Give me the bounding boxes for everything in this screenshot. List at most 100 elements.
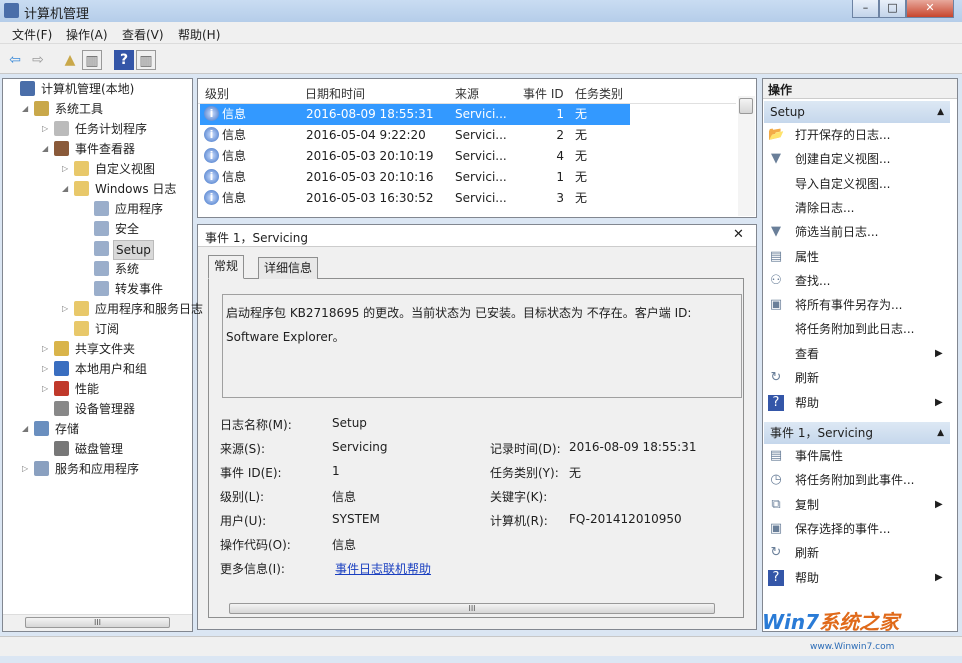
- menu-action[interactable]: 操作(A): [66, 26, 108, 43]
- close-detail-icon[interactable]: ✕: [733, 227, 744, 242]
- computer-management-icon: [4, 3, 19, 18]
- action-item[interactable]: 将所有事件另存为...: [795, 295, 902, 315]
- table-row[interactable]: i 信息 2016-05-03 20:10:16 Servici... 1 无: [200, 167, 630, 188]
- table-row[interactable]: i 信息 2016-05-03 20:10:19 Servici... 4 无: [200, 146, 630, 167]
- tab-details[interactable]: 详细信息: [258, 257, 319, 279]
- tree-item-label: Windows 日志: [95, 182, 177, 196]
- submenu-arrow-icon: ▶: [935, 397, 943, 408]
- action-section-header[interactable]: Setup ▲: [764, 101, 950, 123]
- table-row[interactable]: i 信息 2016-08-09 18:55:31 Servici... 1 无: [200, 104, 630, 125]
- clock-icon: [54, 121, 69, 136]
- watermark-url: www.Winwin7.com: [810, 642, 895, 652]
- table-row[interactable]: i 信息 2016-05-03 16:30:52 Servici... 3 无: [200, 188, 630, 209]
- expand-arrow-icon[interactable]: ▷: [62, 299, 68, 319]
- expand-arrow-icon[interactable]: ◢: [62, 179, 68, 199]
- action-item[interactable]: 事件属性: [795, 446, 843, 466]
- cell-level: 信息: [222, 191, 247, 205]
- tree-item[interactable]: ◢ 事件查看器: [3, 139, 192, 159]
- cell-source: Servici...: [455, 191, 507, 205]
- tree-item[interactable]: 计算机管理(本地): [3, 79, 192, 99]
- expand-arrow-icon[interactable]: ▷: [42, 359, 48, 379]
- event-list-vertical-scrollbar[interactable]: [738, 96, 755, 216]
- action-item[interactable]: 刷新: [795, 543, 819, 563]
- column-header[interactable]: 事件 ID: [523, 85, 564, 102]
- tree-item-label: 计算机管理(本地): [41, 82, 135, 96]
- event-log-online-help-link[interactable]: 事件日志联机帮助: [335, 560, 431, 577]
- action-item[interactable]: 刷新: [795, 368, 819, 388]
- computer-icon: [20, 81, 35, 96]
- action-item[interactable]: 查找...: [795, 271, 830, 291]
- folder-icon: [74, 181, 89, 196]
- tree-item[interactable]: ▷ 本地用户和组: [3, 359, 192, 379]
- tree-item[interactable]: ◢ 系统工具: [3, 99, 192, 119]
- expand-arrow-icon[interactable]: ▷: [42, 339, 48, 359]
- column-header[interactable]: 日期和时间: [305, 85, 365, 102]
- expand-arrow-icon[interactable]: ▷: [42, 119, 48, 139]
- column-header[interactable]: 任务类别: [575, 85, 623, 102]
- expand-arrow-icon[interactable]: ◢: [22, 419, 28, 439]
- expand-arrow-icon[interactable]: ◢: [42, 139, 48, 159]
- action-item[interactable]: 将任务附加到此日志...: [795, 319, 914, 339]
- action-item[interactable]: 帮助: [795, 393, 819, 413]
- tree-item[interactable]: 设备管理器: [3, 399, 192, 419]
- table-row[interactable]: i 信息 2016-05-04 9:22:20 Servici... 2 无: [200, 125, 630, 146]
- tree-item[interactable]: ◢ Windows 日志: [3, 179, 192, 199]
- filter-icon: ▼: [771, 224, 781, 240]
- menu-help[interactable]: 帮助(H): [178, 26, 220, 43]
- column-header[interactable]: 级别: [205, 85, 229, 102]
- expand-arrow-icon[interactable]: ▷: [62, 159, 68, 179]
- action-item[interactable]: 属性: [795, 247, 819, 267]
- maximize-button[interactable]: □: [879, 0, 906, 18]
- detail-scroll-thumb[interactable]: III: [229, 603, 715, 614]
- tree-item[interactable]: 系统: [3, 259, 192, 279]
- expand-arrow-icon[interactable]: ◢: [22, 99, 28, 119]
- action-item[interactable]: 保存选择的事件...: [795, 519, 890, 539]
- tree-item-label: 事件查看器: [75, 142, 136, 156]
- action-item[interactable]: 清除日志...: [795, 198, 854, 218]
- forward-icon[interactable]: ⇨: [28, 50, 48, 70]
- show-hide-tree-icon[interactable]: ▥: [82, 50, 102, 70]
- tree-item-label: 订阅: [95, 322, 120, 336]
- collapse-icon[interactable]: ▲: [937, 101, 944, 123]
- action-item[interactable]: 创建自定义视图...: [795, 149, 890, 169]
- tree-item[interactable]: Setup: [3, 239, 192, 260]
- up-folder-icon[interactable]: ▲: [60, 50, 80, 70]
- action-item[interactable]: 将任务附加到此事件...: [795, 470, 914, 490]
- copy-icon: ⧉: [771, 496, 781, 512]
- tree-item[interactable]: 应用程序: [3, 199, 192, 219]
- tree-item[interactable]: ▷ 应用程序和服务日志: [3, 299, 203, 319]
- collapse-icon[interactable]: ▲: [937, 422, 944, 444]
- action-item[interactable]: 帮助: [795, 568, 819, 588]
- minimize-button[interactable]: –: [852, 0, 879, 18]
- tree-item[interactable]: ▷ 任务计划程序: [3, 119, 192, 139]
- action-item[interactable]: 导入自定义视图...: [795, 174, 890, 194]
- expand-arrow-icon[interactable]: ▷: [22, 459, 28, 479]
- expand-arrow-icon[interactable]: ▷: [42, 379, 48, 399]
- action-section-header[interactable]: 事件 1，Servicing ▲: [764, 422, 950, 444]
- action-item[interactable]: 查看: [795, 344, 819, 364]
- tree-item[interactable]: ▷ 服务和应用程序: [3, 459, 192, 479]
- tree-item[interactable]: 安全: [3, 219, 192, 239]
- tree-item[interactable]: ▷ 性能: [3, 379, 192, 399]
- tab-general[interactable]: 常规: [208, 255, 245, 279]
- show-hide-action-pane-icon[interactable]: ▥: [136, 50, 156, 70]
- tree-item[interactable]: ◢ 存储: [3, 419, 192, 439]
- tree-item[interactable]: 订阅: [3, 319, 192, 339]
- action-item[interactable]: 打开保存的日志...: [795, 125, 890, 145]
- help-icon: ?: [768, 569, 784, 586]
- action-item[interactable]: 复制: [795, 495, 819, 515]
- list-scroll-thumb[interactable]: [739, 98, 753, 114]
- column-header[interactable]: 来源: [455, 85, 479, 102]
- tree-item[interactable]: 磁盘管理: [3, 439, 192, 459]
- tree-scroll-thumb[interactable]: III: [25, 617, 170, 628]
- help-icon[interactable]: ?: [114, 50, 134, 70]
- tree-item[interactable]: 转发事件: [3, 279, 192, 299]
- menu-view[interactable]: 查看(V): [122, 26, 164, 43]
- action-item[interactable]: 筛选当前日志...: [795, 222, 878, 242]
- subscription-icon: [74, 321, 89, 336]
- close-button[interactable]: ✕: [906, 0, 954, 18]
- tree-item[interactable]: ▷ 自定义视图: [3, 159, 192, 179]
- menu-file[interactable]: 文件(F): [12, 26, 52, 43]
- tree-item[interactable]: ▷ 共享文件夹: [3, 339, 192, 359]
- back-icon[interactable]: ⇦: [5, 50, 25, 70]
